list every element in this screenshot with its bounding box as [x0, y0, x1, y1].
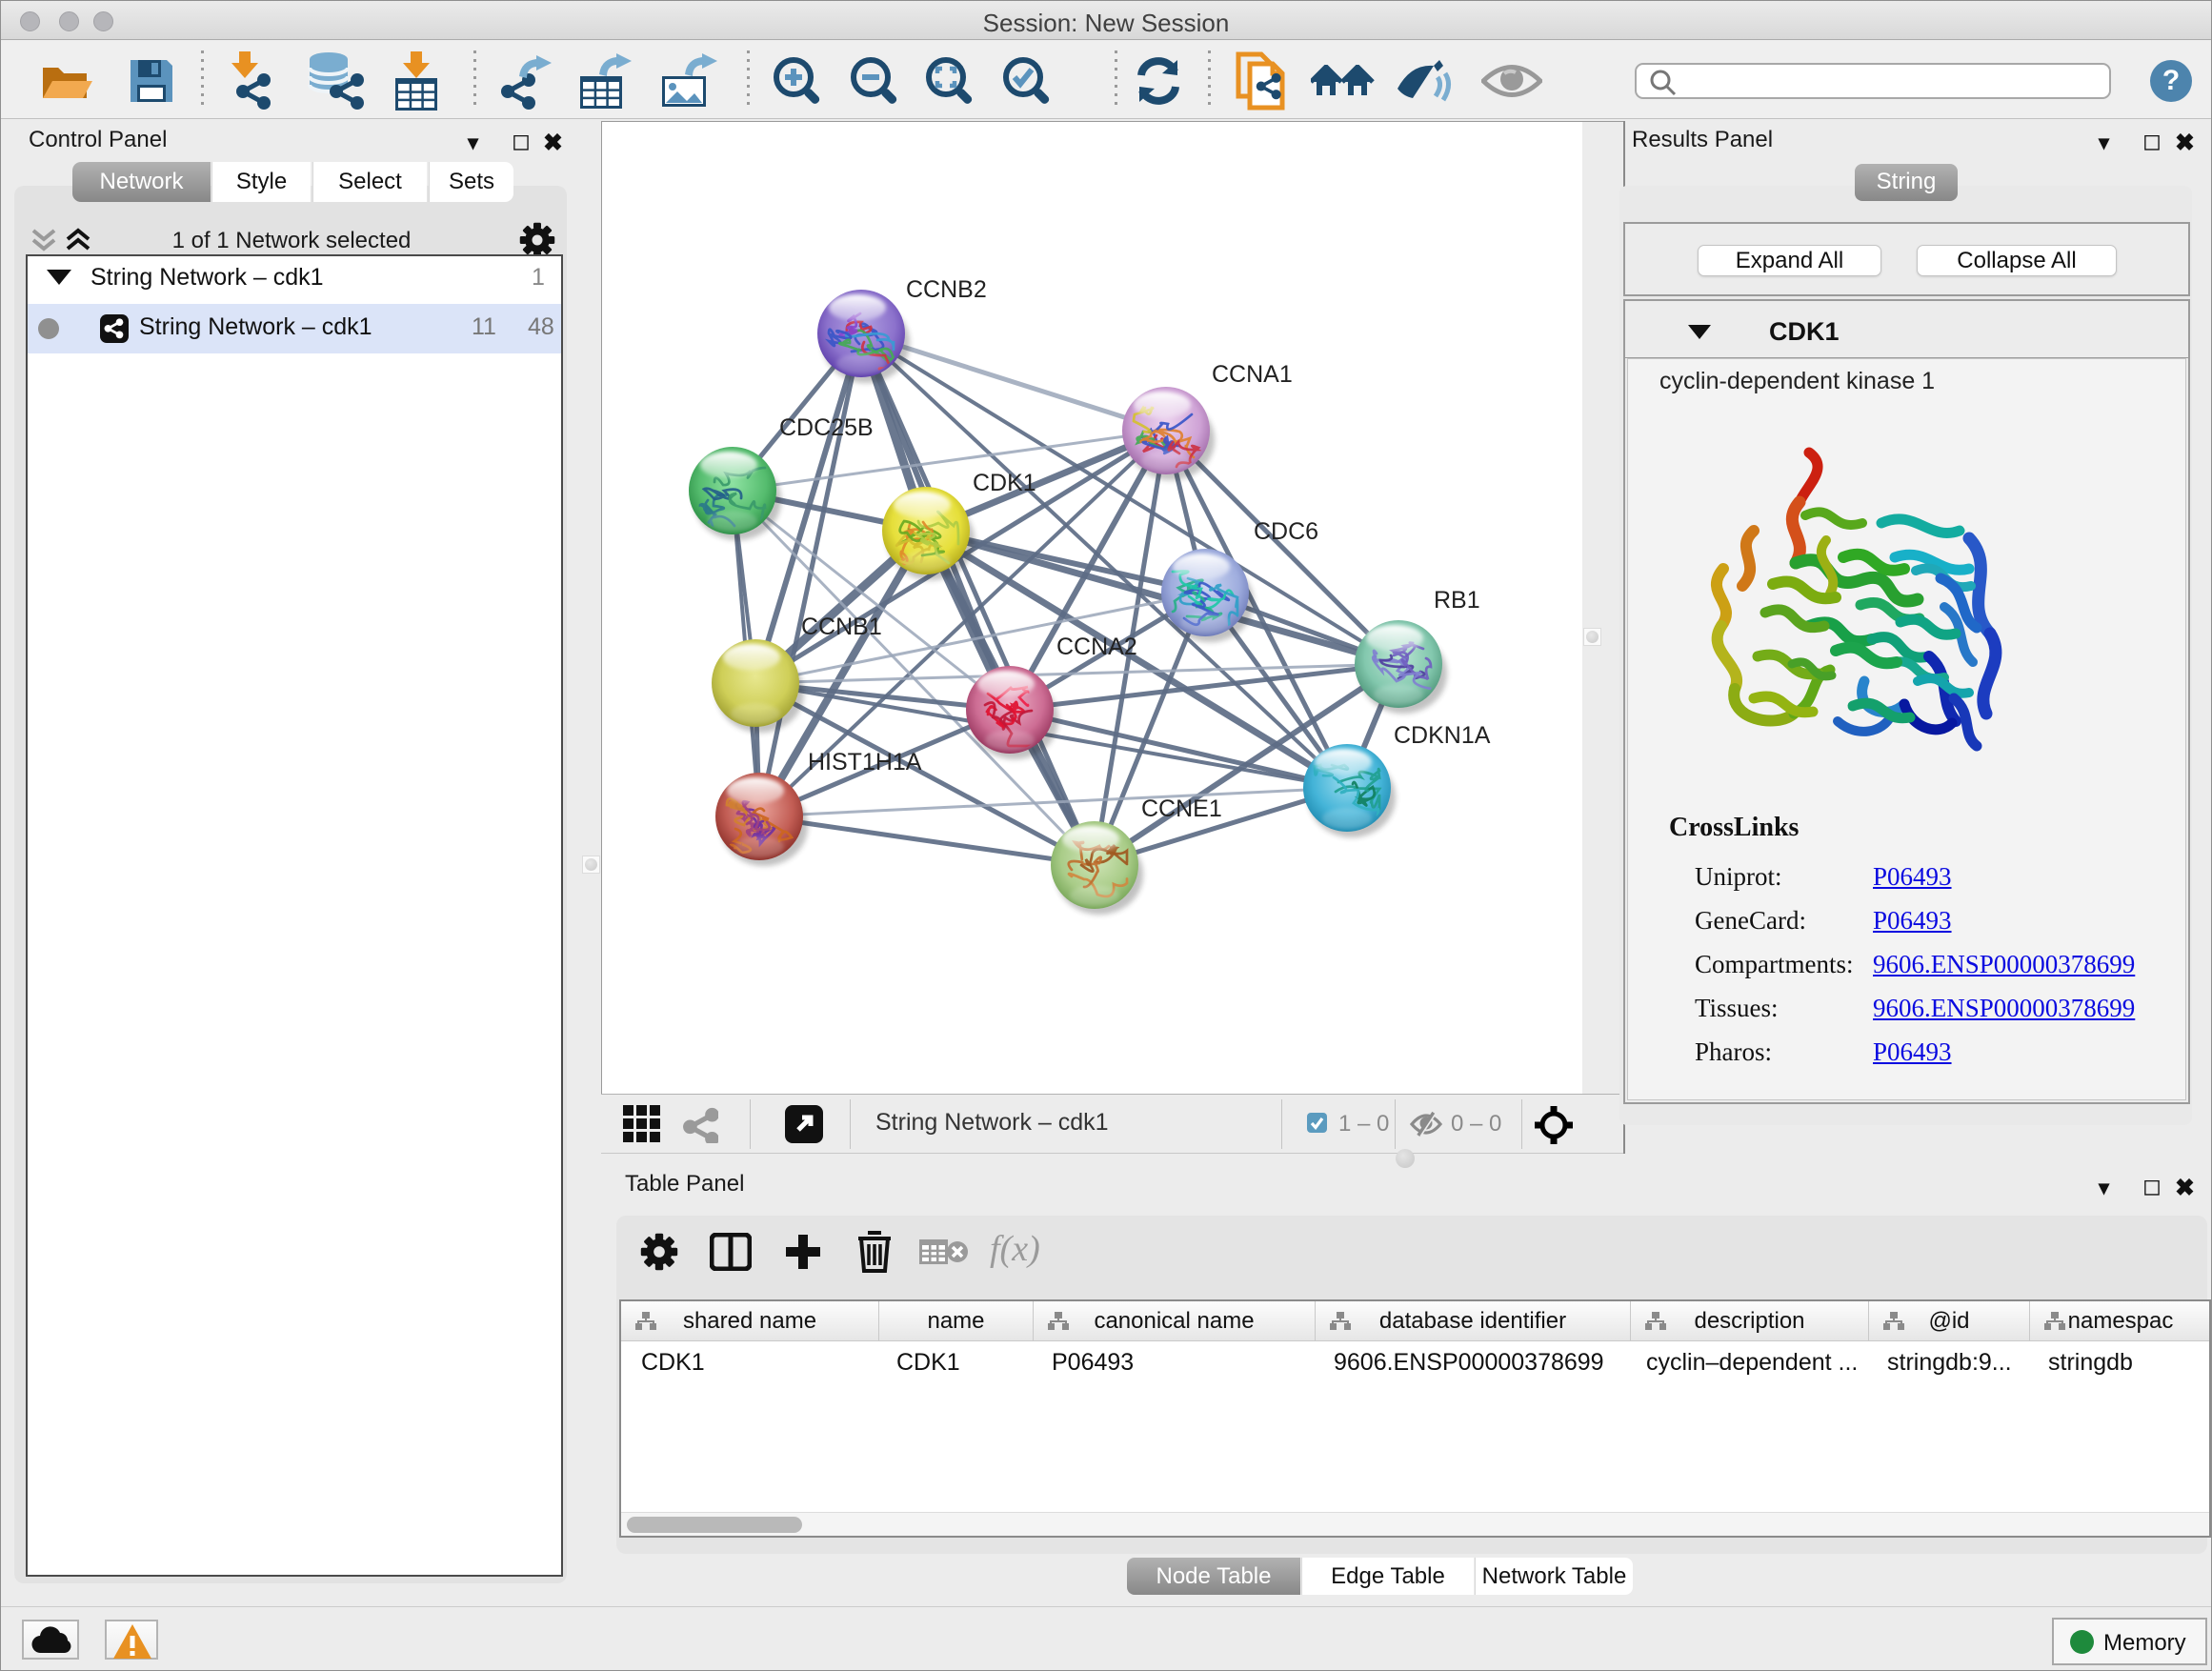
svg-text:CCNE1: CCNE1: [1141, 795, 1222, 822]
svg-text:CDC6: CDC6: [1254, 518, 1318, 545]
svg-text:HIST1H1A: HIST1H1A: [808, 749, 922, 775]
svg-text:CDK1: CDK1: [973, 470, 1036, 496]
svg-text:CCNB1: CCNB1: [801, 614, 882, 640]
svg-text:CCNA1: CCNA1: [1212, 361, 1293, 388]
svg-text:CDKN1A: CDKN1A: [1394, 722, 1491, 749]
svg-text:RB1: RB1: [1434, 587, 1480, 614]
svg-text:CCNB2: CCNB2: [906, 276, 987, 303]
svg-text:CDC25B: CDC25B: [779, 414, 874, 441]
svg-text:CCNA2: CCNA2: [1056, 634, 1137, 660]
